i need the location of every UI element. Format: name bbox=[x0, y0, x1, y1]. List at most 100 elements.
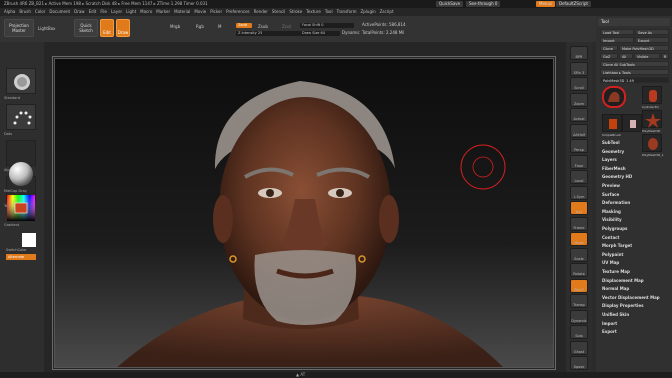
view-button-floor[interactable]: Floor bbox=[570, 154, 588, 169]
export-button[interactable]: Export bbox=[635, 37, 669, 43]
visible-button[interactable]: Visible bbox=[634, 53, 660, 59]
view-button-dynamic[interactable]: Dynamic bbox=[570, 309, 588, 324]
menu-document[interactable]: Document bbox=[49, 8, 70, 16]
tool-section-unified-skin[interactable]: Unified Skin bbox=[602, 312, 629, 317]
tool-tile-polymesh3d[interactable] bbox=[642, 110, 662, 128]
menu-alpha[interactable]: Alpha bbox=[4, 8, 15, 16]
zcut-toggle[interactable]: Zcut bbox=[282, 24, 291, 29]
bottom-tray-toggle[interactable]: ▲ AT bbox=[296, 372, 305, 378]
menu-texture[interactable]: Texture bbox=[306, 8, 321, 16]
view-button-frame[interactable]: Frame bbox=[570, 216, 588, 231]
tool-section-displacement-map[interactable]: Displacement Map bbox=[602, 278, 644, 283]
tool-section-import[interactable]: Import bbox=[602, 321, 617, 326]
view-button-actual[interactable]: Actual bbox=[570, 108, 588, 122]
load-tool-button[interactable]: Load Tool bbox=[600, 29, 634, 35]
tool-section-geometry-hd[interactable]: Geometry HD bbox=[602, 174, 632, 179]
menu-stroke[interactable]: Stroke bbox=[289, 8, 302, 16]
all-button[interactable]: All bbox=[619, 53, 633, 59]
view-button-local[interactable]: Local bbox=[570, 170, 588, 184]
menu-file[interactable]: File bbox=[100, 8, 107, 16]
view-button-scale[interactable]: Scale bbox=[570, 247, 588, 262]
save-as-button[interactable]: Save As bbox=[635, 29, 669, 35]
tool-section-morph-target[interactable]: Morph Target bbox=[602, 243, 632, 248]
view-button-solo[interactable]: Solo bbox=[570, 325, 588, 339]
see-through-slider[interactable]: See-through 0 bbox=[466, 1, 501, 7]
menus-button[interactable]: Menus bbox=[536, 1, 556, 7]
view-button-l-sym[interactable]: L.Sym bbox=[570, 185, 588, 200]
edit-button[interactable]: Edit bbox=[100, 19, 114, 37]
menu-preferences[interactable]: Preferences bbox=[226, 8, 250, 16]
view-button-polyf[interactable]: PolyF bbox=[570, 278, 588, 293]
r-button[interactable]: R bbox=[661, 53, 669, 59]
rgb-toggle[interactable]: Rgb bbox=[196, 24, 204, 29]
m-toggle[interactable]: M bbox=[218, 24, 221, 29]
main-color-swatch[interactable] bbox=[22, 233, 36, 247]
menu-material[interactable]: Material bbox=[174, 8, 190, 16]
tool-tile-polymesh3d-1b[interactable] bbox=[642, 134, 662, 152]
view-button-persp[interactable]: Persp bbox=[570, 139, 588, 153]
tool-section-uv-map[interactable]: UV Map bbox=[602, 260, 619, 265]
menu-marker[interactable]: Marker bbox=[156, 8, 170, 16]
lightbox-tools-button[interactable]: Lightbox ▸ Tools bbox=[600, 69, 669, 75]
tool-palette-header[interactable]: Tool bbox=[598, 18, 670, 26]
tool-section-texture-map[interactable]: Texture Map bbox=[602, 269, 630, 274]
tool-section-deformation[interactable]: Deformation bbox=[602, 200, 630, 205]
menu-picker[interactable]: Picker bbox=[210, 8, 222, 16]
tool-tile-cylinder3d[interactable] bbox=[642, 86, 662, 104]
menu-light[interactable]: Light bbox=[126, 8, 136, 16]
mrgb-toggle[interactable]: Mrgb bbox=[170, 24, 180, 29]
tool-section-masking[interactable]: Masking bbox=[602, 209, 621, 214]
view-button-bpr[interactable]: BPR bbox=[570, 46, 588, 60]
zsub-toggle[interactable]: Zsub bbox=[258, 24, 268, 29]
menu-tool[interactable]: Tool bbox=[325, 8, 333, 16]
current-tool-slider[interactable]: PolyMesh3D_1 49 bbox=[600, 77, 669, 83]
tool-tile-polymesh3d-1[interactable] bbox=[602, 86, 626, 108]
draw-button[interactable]: Draw bbox=[116, 19, 130, 37]
menu-draw[interactable]: Draw bbox=[74, 8, 84, 16]
menu-layer[interactable]: Layer bbox=[111, 8, 122, 16]
goz-button[interactable]: GoZ bbox=[600, 53, 618, 59]
menu-render[interactable]: Render bbox=[254, 8, 268, 16]
menu-brush[interactable]: Brush bbox=[19, 8, 31, 16]
menu-macro[interactable]: Macro bbox=[140, 8, 152, 16]
tool-section-polypaint[interactable]: Polypaint bbox=[602, 252, 623, 257]
view-button-move[interactable]: Move bbox=[570, 232, 588, 246]
tool-section-visibility[interactable]: Visibility bbox=[602, 217, 622, 222]
import-button[interactable]: Import bbox=[600, 37, 634, 43]
lightbox-button[interactable]: LightBox bbox=[38, 26, 55, 31]
switch-color-button[interactable]: SwitchColor bbox=[6, 248, 27, 252]
color-picker[interactable] bbox=[6, 194, 36, 222]
draw-size-slider[interactable]: Draw Size 64 bbox=[300, 31, 340, 36]
tool-section-fibermesh[interactable]: FiberMesh bbox=[602, 166, 626, 171]
quick-sketch-button[interactable]: Quick Sketch bbox=[74, 19, 98, 37]
tool-section-surface[interactable]: Surface bbox=[602, 192, 619, 197]
view-button-transp[interactable]: Transp bbox=[570, 294, 588, 308]
brush-selector[interactable] bbox=[6, 68, 36, 94]
view-button-scroll[interactable]: Scroll bbox=[570, 77, 588, 91]
make-polymesh-button[interactable]: Make PolyMesh3D bbox=[619, 45, 669, 51]
menu-zscript[interactable]: Zscript bbox=[380, 8, 394, 16]
tool-section-export[interactable]: Export bbox=[602, 329, 617, 334]
document-canvas[interactable] bbox=[54, 58, 554, 368]
tool-section-geometry[interactable]: Geometry bbox=[602, 149, 624, 154]
view-button-zoom[interactable]: Zoom bbox=[570, 92, 588, 107]
tool-section-preview[interactable]: Preview bbox=[602, 183, 620, 188]
menu-edit[interactable]: Edit bbox=[89, 8, 97, 16]
clone-button[interactable]: Clone bbox=[600, 45, 618, 51]
tool-section-display-properties[interactable]: Display Properties bbox=[602, 303, 643, 308]
menu-stencil[interactable]: Stencil bbox=[272, 8, 286, 16]
z-intensity-slider[interactable]: Z Intensity 25 bbox=[236, 31, 300, 36]
tool-section-contact[interactable]: Contact bbox=[602, 235, 619, 240]
material-selector[interactable] bbox=[6, 160, 36, 188]
clone-all-subtools-button[interactable]: Clone All SubTools bbox=[600, 61, 669, 67]
menu-zplugin[interactable]: Zplugin bbox=[361, 8, 376, 16]
tool-section-subtool[interactable]: SubTool bbox=[602, 140, 620, 145]
view-button-rotate[interactable]: Rotate bbox=[570, 263, 588, 277]
zadd-toggle[interactable]: Zadd bbox=[236, 23, 252, 28]
alternate-button[interactable]: Alternate bbox=[6, 254, 36, 260]
stroke-selector[interactable] bbox=[6, 104, 36, 130]
tool-section-vector-displacement-map[interactable]: Vector Displacement Map bbox=[602, 295, 660, 300]
view-button-ghost[interactable]: Ghost bbox=[570, 340, 588, 355]
projection-master-button[interactable]: Projection Master bbox=[4, 19, 34, 37]
menu-transform[interactable]: Transform bbox=[337, 8, 357, 16]
